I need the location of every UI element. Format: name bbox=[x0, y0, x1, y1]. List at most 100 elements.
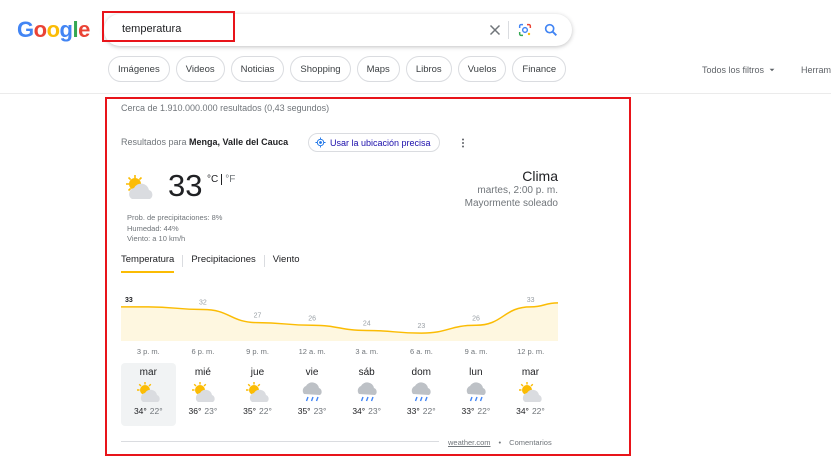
partly-sunny-icon bbox=[191, 382, 215, 402]
rain-icon bbox=[302, 382, 322, 402]
day-name: lun bbox=[469, 367, 483, 378]
day-forecast[interactable]: vie 35° 23° bbox=[285, 363, 340, 426]
day-name: sáb bbox=[358, 367, 375, 378]
footer-divider bbox=[121, 441, 439, 442]
hour-labels: 3 p. m. 6 p. m. 9 p. m. 12 a. m. 3 a. m. 6 a.… bbox=[121, 347, 558, 357]
location-line: Resultados para Menga, Valle del Cauca bbox=[121, 137, 288, 147]
partly-sunny-icon bbox=[126, 175, 153, 199]
hour-label: 6 p. m. bbox=[191, 347, 215, 356]
day-forecast[interactable]: dom 33° 22° bbox=[394, 363, 449, 426]
weather-source-link[interactable]: weather.com bbox=[448, 438, 491, 447]
logo-letter: g bbox=[59, 17, 73, 42]
logo-letter: o bbox=[33, 17, 47, 42]
all-filters-label: Todos los filtros bbox=[702, 65, 765, 75]
chart-data-label: 33 bbox=[527, 297, 535, 304]
day-high: 36° bbox=[188, 406, 202, 416]
unit-switch: °C °F bbox=[207, 174, 235, 185]
chip-shopping[interactable]: Shopping bbox=[290, 56, 351, 82]
chip-finance[interactable]: Finance bbox=[512, 56, 567, 82]
chip-flights[interactable]: Vuelos bbox=[457, 56, 507, 82]
day-low: 22° bbox=[258, 406, 272, 416]
day-forecast[interactable]: mié 36° 23° bbox=[176, 363, 231, 426]
weather-time: martes, 2:00 p. m. bbox=[477, 185, 558, 196]
precipitation-chance: Prob. de precipitaciones: 8% bbox=[127, 213, 223, 222]
weather-condition: Mayormente soleado bbox=[464, 198, 558, 209]
day-forecast[interactable]: lun 33° 22° bbox=[449, 363, 504, 426]
chart-data-label: 23 bbox=[418, 323, 426, 330]
feedback-link[interactable]: Comentarios bbox=[509, 438, 552, 447]
chip-books[interactable]: Libros bbox=[405, 56, 452, 82]
search-icon[interactable] bbox=[543, 22, 559, 38]
partly-sunny-icon bbox=[519, 382, 543, 402]
result-stats: Cerca de 1.910.000.000 resultados (0,43 … bbox=[121, 103, 330, 113]
rain-icon bbox=[466, 382, 486, 402]
day-low: 23° bbox=[313, 406, 327, 416]
day-high: 34° bbox=[352, 406, 366, 416]
fahrenheit-toggle[interactable]: °F bbox=[221, 174, 235, 185]
header-divider bbox=[0, 93, 831, 94]
current-temperature: 33 bbox=[168, 168, 203, 203]
google-logo[interactable]: Google bbox=[17, 17, 90, 43]
weather-summary: Clima martes, 2:00 p. m. Mayormente sole… bbox=[465, 168, 558, 210]
day-forecast[interactable]: mar 34° 22° bbox=[121, 363, 176, 426]
chart-data-label: 33 bbox=[125, 297, 133, 304]
tab-temperature[interactable]: Temperatura bbox=[121, 254, 175, 273]
tab-divider bbox=[263, 255, 265, 267]
day-name: mar bbox=[521, 367, 540, 378]
day-temps: 36° 23° bbox=[189, 406, 218, 416]
highlight-box bbox=[102, 11, 235, 42]
tab-precipitation[interactable]: Precipitaciones bbox=[191, 254, 255, 273]
hour-label: 12 a. m. bbox=[298, 347, 326, 356]
all-filters-button[interactable]: Todos los filtros bbox=[702, 65, 776, 75]
day-low: 22° bbox=[422, 406, 436, 416]
daily-forecast: mar 34° 22° mié 36° 23° jue 35° 22° vie 35° 23° sáb 3… bbox=[121, 363, 558, 426]
chart-data-label: 26 bbox=[308, 315, 316, 322]
caret-down-icon bbox=[769, 68, 775, 72]
celsius-toggle[interactable]: °C bbox=[207, 174, 218, 185]
day-forecast[interactable]: jue 35° 22° bbox=[230, 363, 285, 426]
day-high: 35° bbox=[243, 406, 256, 416]
day-temps: 34° 22° bbox=[516, 406, 545, 416]
tab-wind[interactable]: Viento bbox=[273, 254, 300, 273]
day-high: 35° bbox=[297, 406, 311, 416]
hour-label: 3 p. m. bbox=[136, 347, 160, 356]
day-forecast[interactable]: sáb 34° 23° bbox=[339, 363, 394, 426]
day-high: 33° bbox=[406, 406, 420, 416]
precise-location-button[interactable]: Usar la ubicación precisa bbox=[308, 133, 440, 152]
chart-data-label: 26 bbox=[472, 315, 480, 322]
hour-label: 9 p. m. bbox=[246, 347, 270, 356]
weather-title: Clima bbox=[522, 168, 558, 184]
partly-sunny-icon bbox=[246, 382, 270, 402]
google-lens-icon[interactable] bbox=[517, 22, 533, 38]
hour-label: 12 p. m. bbox=[517, 347, 545, 356]
day-name: vie bbox=[305, 367, 319, 378]
hour-label: 3 a. m. bbox=[355, 347, 379, 356]
weather-details: Prob. de precipitaciones: 8% Humedad: 44… bbox=[127, 213, 222, 245]
day-low: 23° bbox=[368, 406, 382, 416]
divider bbox=[508, 21, 509, 39]
day-low: 23° bbox=[204, 406, 218, 416]
day-name: jue bbox=[250, 367, 265, 378]
humidity: Humedad: 44% bbox=[127, 223, 179, 233]
location-place[interactable]: Menga, Valle del Cauca bbox=[189, 137, 288, 147]
chip-images[interactable]: Imágenes bbox=[108, 56, 170, 82]
tools-button[interactable]: Herramientas bbox=[801, 65, 831, 75]
chart-data-label: 24 bbox=[363, 321, 371, 328]
hour-label: 6 a. m. bbox=[409, 347, 433, 356]
chip-maps[interactable]: Maps bbox=[356, 56, 400, 82]
location-prefix: Resultados para bbox=[121, 137, 190, 147]
day-high: 34° bbox=[516, 406, 529, 416]
hour-label: 9 a. m. bbox=[464, 347, 488, 356]
logo-letter: G bbox=[17, 17, 34, 42]
chip-news[interactable]: Noticias bbox=[230, 56, 285, 82]
precise-location-label: Usar la ubicación precisa bbox=[330, 137, 431, 148]
more-options-icon[interactable] bbox=[459, 137, 467, 149]
day-name: dom bbox=[411, 367, 431, 378]
day-name: mar bbox=[139, 367, 157, 378]
weather-tabs: Temperatura Precipitaciones Viento bbox=[121, 254, 308, 273]
chip-videos[interactable]: Videos bbox=[175, 56, 225, 82]
day-name: mié bbox=[194, 367, 211, 378]
clear-icon[interactable] bbox=[486, 21, 504, 39]
day-low: 22° bbox=[149, 406, 163, 416]
day-forecast[interactable]: mar 34° 22° bbox=[503, 363, 558, 426]
